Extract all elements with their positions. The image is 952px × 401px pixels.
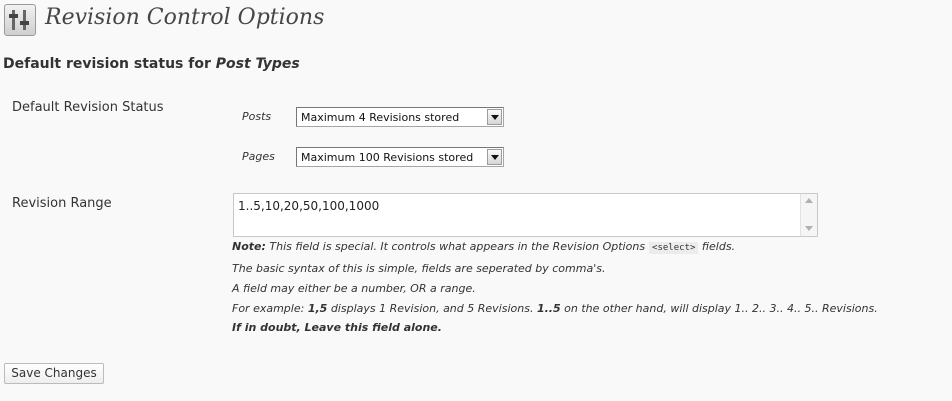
default-status-label: Default Revision Status [12, 100, 164, 115]
section-heading-prefix: Default revision status for [3, 56, 211, 72]
note-text: This field is special. It controls what … [269, 240, 646, 253]
example-2: 1..5 [536, 302, 561, 315]
section-heading: Default revision status for Post Types [3, 56, 300, 72]
note-label: Note: [232, 240, 266, 253]
pages-label: Pages [242, 150, 275, 163]
pages-select-value: Maximum 100 Revisions stored [301, 151, 474, 164]
settings-sliders-icon [4, 4, 36, 36]
posts-select-value: Maximum 4 Revisions stored [301, 111, 460, 124]
save-changes-button[interactable]: Save Changes [4, 363, 104, 384]
revision-range-label: Revision Range [12, 196, 112, 211]
page-title: Revision Control Options [45, 5, 325, 30]
posts-label: Posts [242, 110, 272, 123]
chevron-down-icon[interactable] [487, 109, 502, 125]
example-suffix: on the other hand, will display 1.. 2.. … [564, 302, 878, 315]
pages-revisions-select[interactable]: Maximum 100 Revisions stored [296, 147, 504, 167]
example-mid: displays 1 Revision, and 5 Revisions. [330, 302, 534, 315]
select-code: <select> [649, 242, 699, 254]
scroll-up-icon[interactable] [805, 198, 813, 203]
note-suffix: fields. [701, 240, 736, 253]
help-example: For example: 1,5 displays 1 Revision, an… [232, 302, 878, 315]
scroll-down-icon[interactable] [805, 226, 813, 231]
revision-range-value: 1..5,10,20,50,100,1000 [238, 199, 380, 213]
example-prefix: For example: [232, 302, 305, 315]
help-note: Note: This field is special. It controls… [232, 240, 736, 254]
textarea-scrollbar[interactable] [800, 194, 817, 236]
help-warning: If in doubt, Leave this field alone. [232, 321, 442, 334]
example-1: 1,5 [307, 302, 328, 315]
section-heading-emphasis: Post Types [215, 56, 300, 72]
help-syntax: The basic syntax of this is simple, fiel… [232, 262, 606, 275]
revision-range-textarea[interactable]: 1..5,10,20,50,100,1000 [233, 193, 818, 237]
help-range: A field may either be a number, OR a ran… [232, 282, 476, 295]
posts-revisions-select[interactable]: Maximum 4 Revisions stored [296, 107, 504, 127]
chevron-down-icon[interactable] [487, 149, 502, 165]
